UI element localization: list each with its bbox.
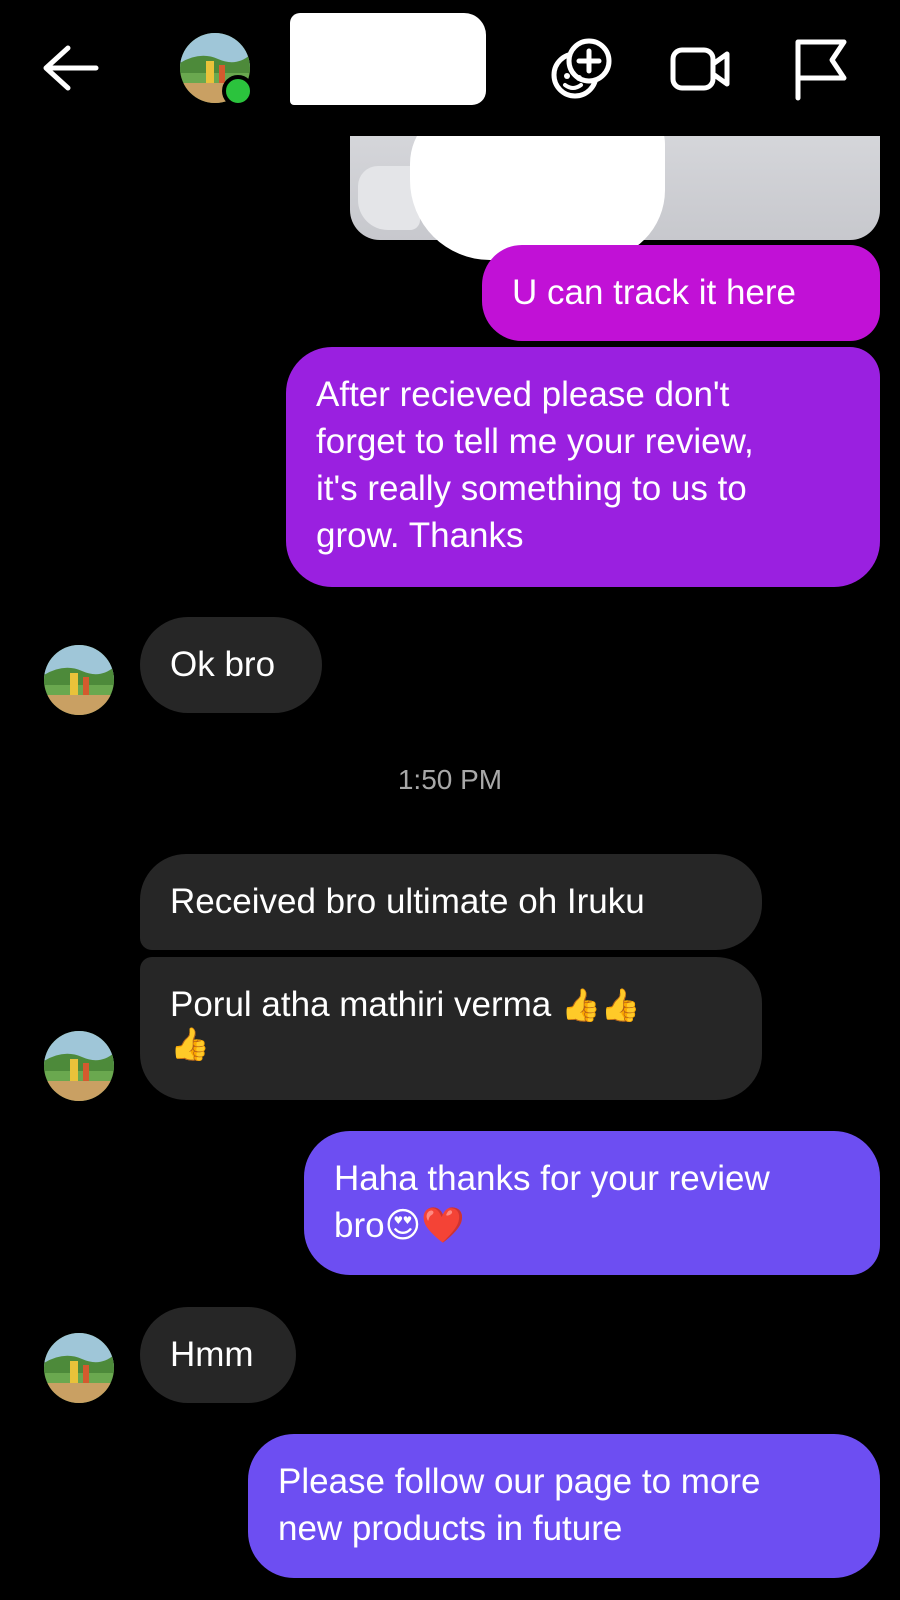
contact-avatar-small[interactable] [44, 1333, 114, 1403]
arrow-left-icon[interactable] [38, 42, 102, 94]
message-line: Haha thanks for your review [334, 1159, 770, 1198]
message-line: new products in future [278, 1509, 623, 1548]
thumbs-up-emoji: 👍 [170, 1026, 210, 1062]
outgoing-message[interactable]: Please follow our page to more new produ… [248, 1434, 880, 1578]
chat-header [0, 0, 900, 136]
message-line: it's really something to us to [316, 469, 747, 508]
incoming-message[interactable]: Porul atha mathiri verma 👍👍 👍 [140, 957, 762, 1100]
incoming-message[interactable]: Received bro ultimate oh Iruku [140, 854, 762, 950]
message-text: bro [334, 1206, 385, 1245]
contact-avatar-small[interactable] [44, 1031, 114, 1101]
message-text: Ok bro [170, 645, 276, 684]
redacted-contact-name [290, 13, 486, 105]
message-text: Received bro ultimate oh Iruku [170, 882, 645, 921]
message-line: forget to tell me your review, [316, 422, 754, 461]
online-status-dot [222, 75, 254, 107]
message-text: Porul atha mathiri verma [170, 985, 552, 1024]
outgoing-message[interactable]: U can track it here [482, 245, 880, 341]
incoming-message[interactable]: Hmm [140, 1307, 296, 1403]
message-timestamp: 1:50 PM [397, 764, 503, 795]
message-text: U can track it here [512, 273, 796, 312]
avatar-image [44, 1031, 114, 1101]
outgoing-message[interactable]: Haha thanks for your review bro😍❤️ [304, 1131, 880, 1275]
video-camera-icon[interactable] [668, 36, 734, 102]
contact-avatar[interactable] [180, 33, 254, 107]
message-line: After recieved please don't [316, 375, 730, 414]
message-line: bro😍❤️ [334, 1202, 880, 1249]
outgoing-message[interactable]: After recieved please don't forget to te… [286, 347, 880, 587]
message-line: grow. Thanks [316, 516, 524, 555]
thumbs-up-emoji: 👍👍 [561, 987, 641, 1023]
message-line: Porul atha mathiri verma 👍👍 [170, 981, 762, 1028]
effects-add-icon[interactable] [548, 36, 614, 102]
avatar-image [44, 1333, 114, 1403]
flag-icon[interactable] [788, 36, 854, 102]
message-line: Please follow our page to more [278, 1462, 761, 1501]
message-text: Hmm [170, 1335, 254, 1374]
avatar-image [44, 645, 114, 715]
incoming-message[interactable]: Ok bro [140, 617, 322, 713]
contact-avatar-small[interactable] [44, 645, 114, 715]
heart-eyes-heart-emoji: 😍❤️ [384, 1206, 465, 1245]
